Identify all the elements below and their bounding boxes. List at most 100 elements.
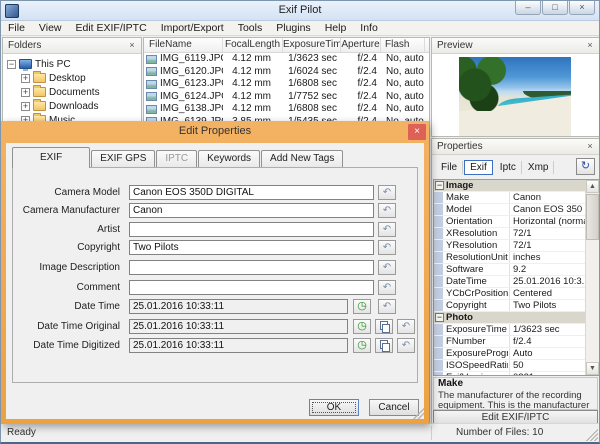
- artist-input[interactable]: [129, 222, 374, 237]
- property-row[interactable]: Copyright Two Pilots: [434, 300, 585, 312]
- file-row[interactable]: IMG_6124.JPG 4.12 mm 1/7752 sec f/2.4 No…: [144, 91, 429, 104]
- menu-help[interactable]: Help: [318, 21, 354, 35]
- undo-icon[interactable]: ↶: [397, 319, 415, 334]
- property-row[interactable]: ResolutionUnit inches: [434, 252, 585, 264]
- menu-view[interactable]: View: [32, 21, 69, 35]
- copyright-input[interactable]: [129, 240, 374, 255]
- tree-item-desktop[interactable]: + Desktop: [3, 71, 141, 85]
- undo-icon[interactable]: ↶: [378, 240, 396, 255]
- property-row[interactable]: Model Canon EOS 350: [434, 204, 585, 216]
- cancel-button[interactable]: Cancel: [369, 399, 419, 416]
- clock-icon[interactable]: ◷: [353, 338, 371, 353]
- property-row[interactable]: ExifVersion0221: [434, 372, 585, 375]
- tree-item-downloads[interactable]: + Downloads: [3, 99, 141, 113]
- tab-exif[interactable]: EXIF: [12, 147, 91, 168]
- undo-icon[interactable]: ↶: [378, 299, 396, 314]
- preview-close-icon[interactable]: ×: [584, 40, 596, 52]
- properties-close-icon[interactable]: ×: [584, 141, 596, 153]
- copy-icon[interactable]: [375, 319, 393, 334]
- camera-manufacturer-input[interactable]: [129, 203, 374, 218]
- undo-icon[interactable]: ↶: [378, 203, 396, 218]
- field-row-artist: Artist ↶: [13, 222, 417, 238]
- tab-iptc[interactable]: Iptc: [495, 161, 522, 174]
- field-label: Date Time Digitized: [33, 340, 120, 351]
- collapse-icon[interactable]: −: [435, 313, 444, 322]
- scroll-down-icon[interactable]: ▼: [586, 362, 599, 375]
- undo-icon[interactable]: ↶: [378, 280, 396, 295]
- menu-import-export[interactable]: Import/Export: [154, 21, 231, 35]
- section-row-image[interactable]: − Image: [434, 180, 585, 192]
- folders-close-icon[interactable]: ×: [126, 40, 138, 52]
- scroll-up-icon[interactable]: ▲: [586, 180, 599, 193]
- copy-icon[interactable]: [375, 338, 393, 353]
- file-row[interactable]: IMG_6138.JPG 4.12 mm 1/6808 sec f/2.4 No…: [144, 103, 429, 116]
- undo-icon[interactable]: ↶: [378, 222, 396, 237]
- menu-file[interactable]: File: [1, 21, 32, 35]
- image-description-input[interactable]: [129, 260, 374, 275]
- aperture: f/2.4: [357, 103, 377, 114]
- tab-exif[interactable]: Exif: [464, 160, 493, 175]
- column-aperture[interactable]: Aperture: [341, 38, 381, 52]
- property-row[interactable]: FNumber f/2.4: [434, 336, 585, 348]
- property-row[interactable]: YCbCrPositioningCentered: [434, 288, 585, 300]
- comment-input[interactable]: [129, 280, 374, 295]
- date-time-original-input[interactable]: [129, 319, 348, 334]
- undo-icon[interactable]: ↶: [397, 338, 415, 353]
- scrollbar-thumb[interactable]: [586, 194, 599, 240]
- column-flash[interactable]: Flash: [381, 38, 425, 52]
- property-row[interactable]: DateTime 25.01.2016 10:3...: [434, 276, 585, 288]
- property-row[interactable]: ExposureTime 1/3623 sec: [434, 324, 585, 336]
- dialog-resize-grip[interactable]: [413, 408, 424, 419]
- expand-icon[interactable]: +: [21, 87, 30, 97]
- date-time-input[interactable]: [129, 299, 348, 314]
- property-row[interactable]: Software 9.2: [434, 264, 585, 276]
- tab-iptc[interactable]: IPTC: [156, 150, 198, 167]
- collapse-icon[interactable]: −: [435, 181, 444, 190]
- camera-model-input[interactable]: [129, 185, 374, 200]
- collapse-icon[interactable]: −: [7, 59, 16, 69]
- tree-item-documents[interactable]: + Documents: [3, 85, 141, 99]
- tab-exif-gps[interactable]: EXIF GPS: [91, 150, 156, 167]
- file-row[interactable]: IMG_6123.JPG 4.12 mm 1/6808 sec f/2.4 No…: [144, 78, 429, 91]
- section-row-photo[interactable]: − Photo: [434, 312, 585, 324]
- undo-icon[interactable]: ↶: [378, 260, 396, 275]
- tree-item-label: Desktop: [49, 72, 86, 84]
- menu-edit-exif-iptc[interactable]: Edit EXIF/IPTC: [69, 21, 154, 35]
- properties-panel-title: Properties: [437, 141, 483, 152]
- tab-keywords[interactable]: Keywords: [198, 150, 261, 167]
- refresh-properties-button[interactable]: ↻: [576, 158, 595, 175]
- properties-panel-header: Properties ×: [432, 139, 599, 155]
- undo-icon[interactable]: ↶: [378, 185, 396, 200]
- column-focallength[interactable]: FocalLength: [223, 38, 283, 52]
- tab-add-new-tags[interactable]: Add New Tags: [261, 150, 344, 167]
- resize-grip[interactable]: [586, 429, 598, 441]
- column-exposuretime[interactable]: ExposureTime: [283, 38, 341, 52]
- dialog-close-button[interactable]: ×: [408, 124, 426, 140]
- menu-tools[interactable]: Tools: [231, 21, 270, 35]
- clock-icon[interactable]: ◷: [353, 299, 371, 314]
- close-button[interactable]: ×: [569, 1, 595, 15]
- property-grid-rows: − Image Make Canon Model Canon EOS 350 Orie…: [434, 180, 585, 375]
- property-row[interactable]: ISOSpeedRatings50: [434, 360, 585, 372]
- property-row[interactable]: ExposureProgramAuto: [434, 348, 585, 360]
- tab-xmp[interactable]: Xmp: [523, 161, 555, 174]
- menu-info[interactable]: Info: [353, 21, 385, 35]
- ok-button[interactable]: OK: [309, 399, 359, 416]
- maximize-button[interactable]: □: [542, 1, 568, 15]
- menu-plugins[interactable]: Plugins: [269, 21, 317, 35]
- property-row[interactable]: YResolution 72/1: [434, 240, 585, 252]
- property-row[interactable]: XResolution 72/1: [434, 228, 585, 240]
- expand-icon[interactable]: +: [21, 73, 30, 83]
- minimize-button[interactable]: –: [515, 1, 541, 15]
- property-row[interactable]: Make Canon: [434, 192, 585, 204]
- tab-file[interactable]: File: [436, 161, 464, 174]
- property-row[interactable]: OrientationHorizontal (normal): [434, 216, 585, 228]
- clock-icon[interactable]: ◷: [353, 319, 371, 334]
- file-row[interactable]: IMG_6119.JPG 4.12 mm 1/3623 sec f/2.4 No…: [144, 53, 429, 66]
- tree-item-this-pc[interactable]: − This PC: [3, 57, 141, 71]
- column-filename[interactable]: FileName: [144, 38, 223, 52]
- date-time-digitized-input[interactable]: [129, 338, 348, 353]
- file-row[interactable]: IMG_6120.JPG 4.12 mm 1/6024 sec f/2.4 No…: [144, 66, 429, 79]
- grid-scrollbar[interactable]: ▲ ▼: [585, 180, 599, 375]
- expand-icon[interactable]: +: [21, 101, 30, 111]
